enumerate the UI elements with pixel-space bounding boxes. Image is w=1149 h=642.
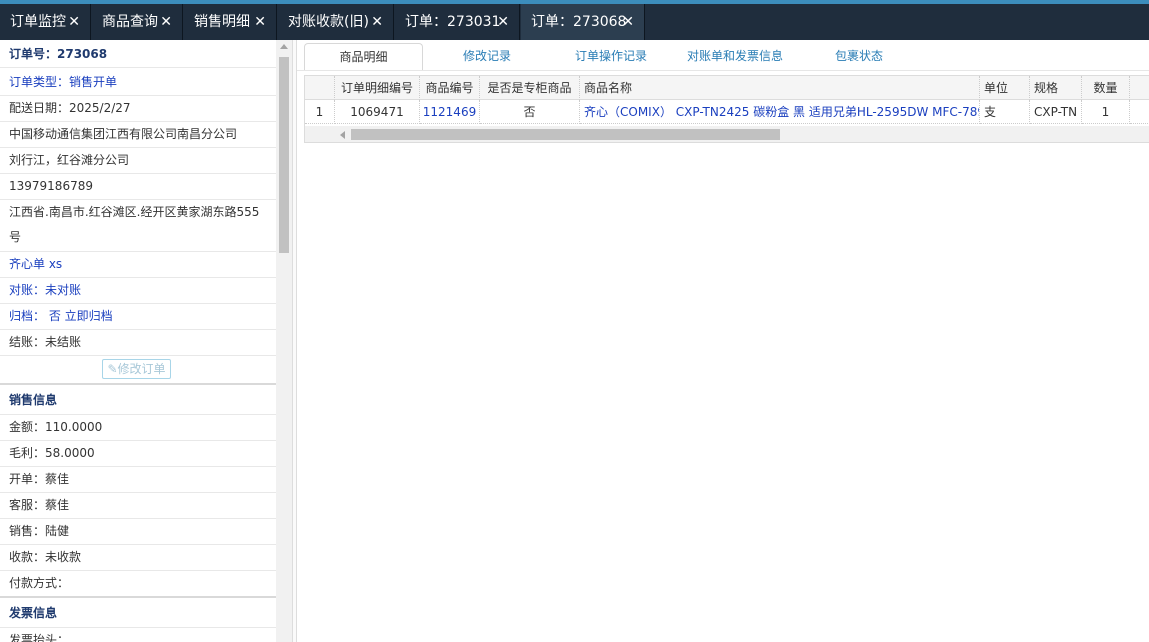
edit-icon: ✎ bbox=[107, 362, 118, 376]
settle-status: 结账：未结账 bbox=[0, 330, 276, 356]
scrollbar-thumb[interactable] bbox=[279, 57, 289, 253]
tab-order-273031[interactable]: 订单：273031 ✕ bbox=[395, 4, 520, 40]
tab-product-query[interactable]: 商品查询 ✕ bbox=[92, 4, 183, 40]
order-type: 订单类型：销售开单 bbox=[0, 70, 276, 96]
grid-header[interactable]: 是否是专柜商品 bbox=[480, 76, 580, 100]
tab-reconcile-old[interactable]: 对账收款(旧) ✕ bbox=[278, 4, 394, 40]
tab-label: 订单：273068 bbox=[531, 14, 627, 30]
delivery-date: 配送日期：2025/2/27 bbox=[0, 96, 276, 122]
close-icon[interactable]: ✕ bbox=[160, 4, 172, 40]
subtab-divider bbox=[297, 70, 1149, 71]
tab-label: 订单：273031 bbox=[405, 14, 501, 30]
product-grid: 订单明细编号 商品编号 是否是专柜商品 商品名称 单位 规格 数量 1 1069… bbox=[304, 75, 1149, 143]
order-number: 订单号：273068 bbox=[0, 42, 276, 68]
top-tab-bar: 订单监控 ✕ 商品查询 ✕ 销售明细 ✕ 对账收款(旧) ✕ 订单：273031… bbox=[0, 0, 1149, 40]
close-icon[interactable]: ✕ bbox=[622, 4, 634, 40]
archive-status[interactable]: 归档： 否 立即归档 bbox=[0, 304, 276, 330]
tab-label: 对账收款(旧) bbox=[288, 14, 369, 30]
scroll-up-icon[interactable] bbox=[280, 44, 288, 49]
invoice-section-title: 发票信息 bbox=[0, 596, 276, 628]
close-icon[interactable]: ✕ bbox=[497, 4, 509, 40]
sales-service: 客服：蔡佳 bbox=[0, 493, 276, 519]
subtab-operation-log[interactable]: 订单操作记录 bbox=[552, 43, 670, 70]
grid-header-index bbox=[305, 76, 335, 100]
cell-product-name-link[interactable]: 齐心（COMIX） CXP-TN2425 碳粉盒 黑 适用兄弟HL-2595DW… bbox=[580, 100, 980, 124]
cell-unit: 支 bbox=[980, 100, 1030, 124]
tab-label: 销售明细 bbox=[194, 14, 250, 30]
subtab-product-detail[interactable]: 商品明细 bbox=[304, 43, 423, 70]
subtab-package-status[interactable]: 包裹状态 bbox=[799, 43, 919, 70]
order-detail-panel: 商品明细 修改记录 订单操作记录 对账单和发票信息 包裹状态 订单明细编号 商品… bbox=[297, 40, 1149, 642]
left-panel-scrollbar[interactable] bbox=[276, 40, 292, 642]
edit-order-label: 修改订单 bbox=[117, 362, 166, 376]
close-icon[interactable]: ✕ bbox=[371, 4, 383, 40]
customer-company: 中国移动通信集团江西有限公司南昌分公司 bbox=[0, 122, 276, 148]
close-icon[interactable]: ✕ bbox=[68, 4, 80, 40]
cell-product-id-link[interactable]: 1121469 bbox=[420, 100, 480, 124]
sales-section-title: 销售信息 bbox=[0, 383, 276, 415]
tab-sales-detail[interactable]: 销售明细 ✕ bbox=[184, 4, 277, 40]
subtab-change-log[interactable]: 修改记录 bbox=[427, 43, 547, 70]
tab-label: 商品查询 bbox=[102, 14, 158, 30]
tab-order-monitor[interactable]: 订单监控 ✕ bbox=[0, 4, 91, 40]
tab-order-273068[interactable]: 订单：273068 ✕ bbox=[521, 4, 645, 40]
sales-profit: 毛利：58.0000 bbox=[0, 441, 276, 467]
cell-detail-id: 1069471 bbox=[335, 100, 420, 124]
edit-order-button[interactable]: ✎修改订单 bbox=[102, 359, 171, 379]
grid-header[interactable]: 订单明细编号 bbox=[335, 76, 420, 100]
grid-header[interactable]: 单位 bbox=[980, 76, 1030, 100]
sales-amount: 金额：110.0000 bbox=[0, 415, 276, 441]
cell-is-counter: 否 bbox=[480, 100, 580, 124]
grid-header[interactable]: 商品名称 bbox=[580, 76, 980, 100]
grid-header[interactable]: 规格 bbox=[1030, 76, 1082, 100]
grid-header-spacer bbox=[1130, 76, 1149, 100]
cell-spec: CXP-TN bbox=[1030, 100, 1082, 124]
grid-header[interactable]: 商品编号 bbox=[420, 76, 480, 100]
sales-payment: 付款方式： bbox=[0, 571, 276, 597]
customer-phone: 13979186789 bbox=[0, 174, 276, 200]
order-source[interactable]: 齐心单 xs bbox=[0, 252, 276, 278]
scroll-left-icon[interactable] bbox=[340, 131, 345, 139]
grid-header[interactable]: 数量 bbox=[1082, 76, 1130, 100]
grid-horizontal-scrollbar[interactable] bbox=[305, 126, 1149, 142]
cell-qty: 1 bbox=[1082, 100, 1130, 124]
invoice-header: 发票抬头： bbox=[0, 628, 276, 642]
reconcile-status[interactable]: 对账：未对账 bbox=[0, 278, 276, 304]
customer-address: 江西省.南昌市.红谷滩区.经开区黄家湖东路555号 bbox=[0, 200, 276, 252]
subtab-statement-invoice[interactable]: 对账单和发票信息 bbox=[675, 43, 795, 70]
sales-issuer: 开单：蔡佳 bbox=[0, 467, 276, 493]
order-info-panel: 订单号：273068 订单类型：销售开单 配送日期：2025/2/27 中国移动… bbox=[0, 40, 276, 642]
scrollbar-thumb[interactable] bbox=[351, 129, 780, 140]
tab-label: 订单监控 bbox=[10, 14, 66, 30]
sales-receipt: 收款：未收款 bbox=[0, 545, 276, 571]
customer-contact: 刘行江，红谷滩分公司 bbox=[0, 148, 276, 174]
sales-salesman: 销售：陆健 bbox=[0, 519, 276, 545]
cell-spacer bbox=[1130, 100, 1149, 124]
close-icon[interactable]: ✕ bbox=[254, 4, 266, 40]
row-index: 1 bbox=[305, 100, 335, 124]
